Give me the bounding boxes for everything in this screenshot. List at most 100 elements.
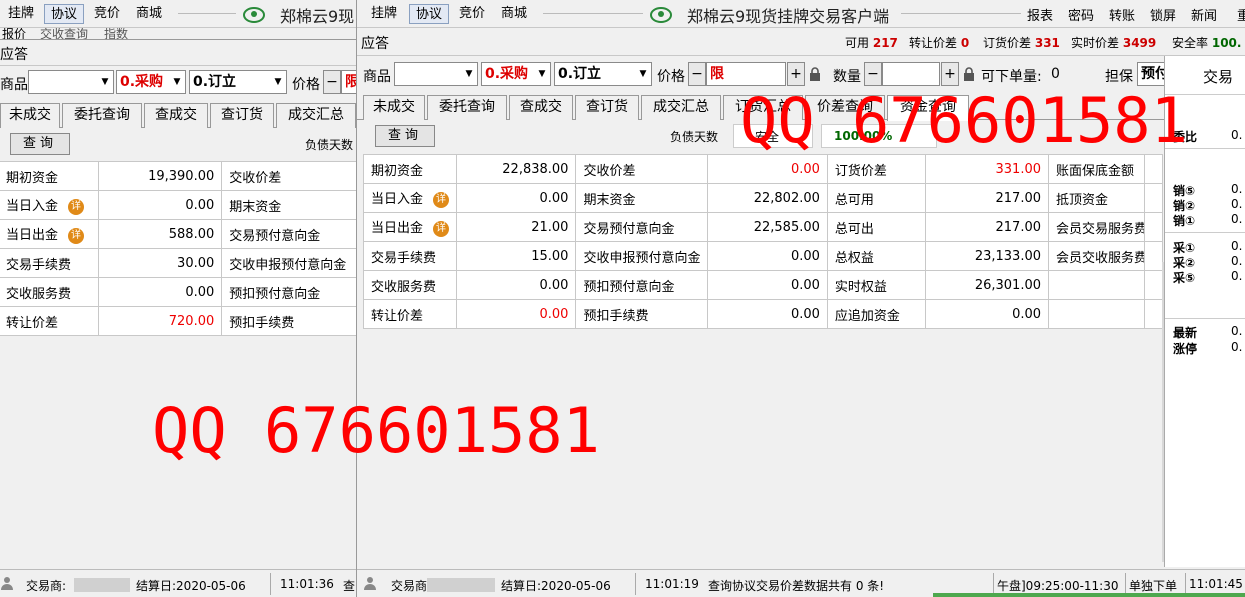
row-label-2: 交收申报预付意向金 [575, 241, 709, 271]
row-label-2: 交收申报预付意向金 [221, 248, 360, 278]
tab-trade-summary[interactable]: 成交汇总 [641, 95, 721, 120]
table-row: 当日出金详 588.00 交易预付意向金 [0, 219, 360, 249]
menu-report[interactable]: 报表 [1027, 5, 1053, 24]
subtab-delivery[interactable]: 交收查询 [40, 28, 88, 39]
product-select[interactable]: ▼ [28, 70, 114, 94]
back-window: 挂牌 协议 竞价 商城 郑棉云9现 报价 交收查询 指数 应答 商品 ▼ 0.采… [0, 0, 360, 597]
tab-unfilled[interactable]: 未成交 [363, 95, 425, 120]
user-icon [364, 577, 376, 590]
buy-5-row[interactable]: 采⑤ 0. [1173, 269, 1242, 286]
stat-safety-rate: 安全率 100. [1172, 36, 1242, 50]
side-select[interactable]: 0.采购 ▼ [481, 62, 551, 86]
row-label-3: 总可出 [826, 212, 926, 242]
row-label-text: 交易手续费 [371, 250, 437, 266]
back-statusbar: 交易商: 结算日:2020-05-06 11:01:36 查 [0, 569, 360, 597]
tab-holdings[interactable]: 查订货 [210, 103, 274, 128]
answer-label[interactable]: 应答 [0, 44, 28, 64]
row-value: 720.00 [98, 306, 223, 336]
table-row: 期初资金 22,838.00 交收价差 0.00 订货价差 331.00 账面保底金额 [362, 154, 1163, 184]
app-title: 郑棉云9现货挂牌交易客户端 [687, 7, 890, 26]
tab-orders[interactable]: 委托查询 [62, 103, 142, 128]
answer-label[interactable]: 应答 [361, 33, 389, 53]
guarantee-select[interactable]: 预付 [1137, 62, 1167, 86]
tab-orders[interactable]: 委托查询 [427, 95, 507, 120]
row-label-2: 交收价差 [221, 161, 360, 191]
row-value-4 [1144, 212, 1163, 242]
row-label-text: 转让价差 [371, 308, 424, 324]
single-order-mode[interactable]: 单独下单 [1129, 577, 1177, 594]
table-row: 当日出金详 21.00 交易预付意向金 22,585.00 总可出 217.00 会员交易服… [362, 212, 1163, 242]
row-label-2: 期末资金 [575, 183, 709, 213]
price-input[interactable]: 限 [706, 62, 786, 86]
max-qty-value: 0 [1051, 66, 1060, 82]
menu-xieyi[interactable]: 协议 [409, 4, 450, 24]
menu-guapai[interactable]: 挂牌 [2, 4, 40, 24]
row-label-3: 应追加资金 [826, 299, 926, 329]
chevron-down-icon: ▼ [639, 69, 647, 79]
table-row: 期初资金 19,390.00 交收价差 [0, 161, 360, 191]
menu-shangcheng[interactable]: 商城 [130, 4, 168, 24]
back-menubar: 挂牌 协议 竞价 商城 郑棉云9现 [0, 0, 360, 28]
chevron-down-icon: ▼ [101, 77, 109, 87]
detail-icon[interactable]: 详 [68, 227, 85, 244]
menu-password[interactable]: 密码 [1068, 5, 1094, 24]
tab-trade-summary[interactable]: 成交汇总 [276, 103, 356, 128]
menu-jingjia[interactable]: 竞价 [88, 4, 126, 24]
menu-jingjia[interactable]: 竞价 [453, 4, 491, 24]
row-label-text: 交易手续费 [6, 257, 72, 273]
table-row: 转让价差 720.00 预扣手续费 [0, 306, 360, 336]
query-button[interactable]: 查询 [375, 125, 435, 147]
row-label-text: 当日入金 [371, 192, 424, 208]
price-minus-button[interactable]: − [688, 62, 706, 86]
row-label: 交收服务费 [0, 277, 100, 307]
type-select[interactable]: 0.订立 ▼ [554, 62, 652, 86]
row-value-3: 23,133.00 [924, 241, 1050, 271]
settle-date: 结算日:2020-05-06 [136, 579, 246, 593]
table-row: 交易手续费 15.00 交收申报预付意向金 0.00 总权益 23,133.00 会员交收服… [362, 241, 1163, 271]
lock-icon[interactable] [963, 67, 975, 81]
back-query-bar: 查询 负债天数 [0, 130, 360, 158]
front-answer-row: 应答 可用 217 转让价差 0 订货价差 331 实时价差 3499 安全率 … [357, 28, 1245, 56]
qty-plus-button[interactable]: + [941, 62, 959, 86]
side-select[interactable]: 0.采购 ▼ [116, 70, 186, 94]
subtab-quote[interactable]: 报价 [2, 28, 26, 39]
tab-trades[interactable]: 查成交 [509, 95, 573, 120]
row-label-3: 实时权益 [826, 270, 926, 300]
row-label-text: 当日入金 [6, 199, 59, 215]
qty-minus-button[interactable]: − [864, 62, 882, 86]
detail-icon[interactable]: 详 [433, 220, 450, 237]
price-minus-button[interactable]: − [323, 70, 341, 94]
product-select[interactable]: ▼ [394, 62, 478, 86]
row-label-text: 当日出金 [6, 228, 59, 244]
tab-holdings[interactable]: 查订货 [575, 95, 639, 120]
query-button[interactable]: 查询 [10, 133, 70, 155]
table-row: 交收服务费 0.00 预扣预付意向金 0.00 实时权益 26,301.00 [362, 270, 1163, 300]
row-value: 22,838.00 [456, 154, 577, 184]
redacted-trader-id [74, 578, 130, 592]
menu-guapai[interactable]: 挂牌 [365, 4, 403, 24]
type-select[interactable]: 0.订立 ▼ [189, 70, 287, 94]
row-value-2: 0.00 [707, 154, 828, 184]
menu-shangcheng[interactable]: 商城 [495, 4, 533, 24]
sell-1-row[interactable]: 销① 0. [1173, 212, 1242, 229]
menu-news[interactable]: 新闻 [1191, 5, 1217, 24]
price-plus-button[interactable]: + [787, 62, 805, 86]
menu-more[interactable]: 重 [1237, 5, 1245, 24]
subtab-index[interactable]: 指数 [104, 28, 128, 39]
chevron-down-icon: ▼ [274, 77, 282, 87]
detail-icon[interactable]: 详 [68, 198, 85, 215]
row-value: 19,390.00 [98, 161, 223, 191]
tab-unfilled[interactable]: 未成交 [0, 103, 60, 128]
detail-icon[interactable]: 详 [433, 191, 450, 208]
menu-lock-screen[interactable]: 锁屏 [1150, 5, 1176, 24]
debt-days-label: 负债天数 [305, 138, 354, 152]
tab-trades[interactable]: 查成交 [144, 103, 208, 128]
lock-icon[interactable] [809, 67, 821, 81]
chevron-down-icon: ▼ [173, 77, 181, 87]
menu-xieyi[interactable]: 协议 [44, 4, 85, 24]
row-label-4: 会员交收服务费 [1048, 241, 1146, 271]
row-label: 转让价差 [362, 299, 458, 329]
chevron-down-icon: ▼ [538, 69, 546, 79]
qty-input[interactable] [882, 62, 940, 86]
menu-transfer[interactable]: 转账 [1109, 5, 1135, 24]
